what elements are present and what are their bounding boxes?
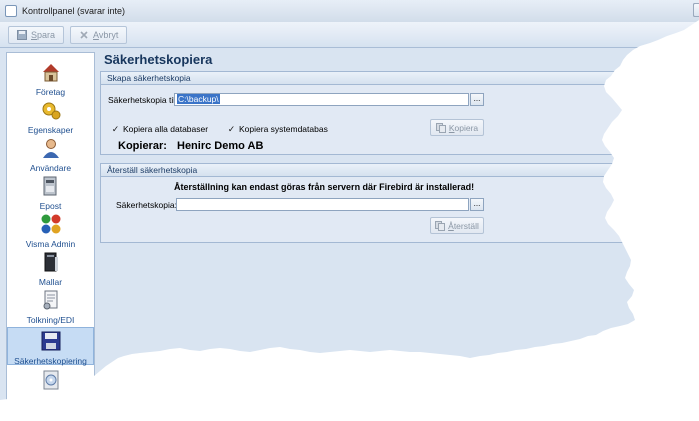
copying-value: Henirc Demo AB — [177, 140, 264, 152]
backup-path-label: Säkerhetskopia till: — [108, 95, 180, 105]
sidebar-item-label: Säkerhetskopiering — [14, 356, 87, 366]
sidebar-item-label: Visma Admin — [25, 239, 76, 249]
cancel-label: vbryt — [98, 29, 119, 40]
window-title: Kontrollpanel (svarar inte) — [22, 6, 126, 16]
check-mark-icon: ✓ — [111, 123, 120, 134]
sidebar-item-sakerhetskopiering[interactable]: Säkerhetskopiering — [7, 327, 94, 366]
toolbar: Spara Avbryt — [0, 22, 699, 48]
copying-label: Kopierar: — [118, 140, 167, 152]
restore-icon — [435, 220, 446, 231]
save-label: para — [37, 29, 56, 40]
create-backup-header: Skapa säkerhetskopia — [101, 72, 695, 85]
restore-warning: Återställning kan endast göras från serv… — [174, 182, 475, 192]
sidebar-item-label: Företag — [35, 87, 66, 97]
close-button[interactable] — [693, 3, 699, 17]
sidebar-item-label: Egenskaper — [27, 125, 74, 135]
document-icon — [43, 290, 57, 310]
sidebar-item-cd[interactable]: ...rer' — [7, 369, 94, 405]
app-icon — [5, 5, 17, 17]
book-icon — [44, 252, 58, 272]
sidebar-item-label: Mallar — [38, 277, 63, 287]
sidebar-item-label: Epost — [39, 201, 62, 211]
copy-system-database-checkbox[interactable]: ✓ Kopiera systemdatabas — [227, 124, 328, 134]
copy-all-databases-checkbox[interactable]: ✓ Kopiera alla databaser — [111, 124, 208, 134]
sidebar-item-mallar[interactable]: Mallar — [7, 251, 94, 287]
user-icon — [42, 139, 59, 158]
browse-backup-path-button[interactable]: ... — [470, 93, 484, 106]
house-icon — [42, 64, 59, 82]
copy-all-databases-label: Kopiera alla databaser — [123, 124, 209, 134]
restore-button[interactable]: Återställ — [430, 217, 484, 234]
main-content: Säkerhetskopiera Skapa säkerhetskopia Sä… — [98, 52, 698, 421]
cancel-icon — [80, 30, 88, 39]
restore-file-label: Säkerhetskopia: — [116, 200, 177, 210]
restore-backup-group: Återställ säkerhetskopia Återställning k… — [100, 163, 696, 243]
cancel-button[interactable]: Avbryt — [70, 25, 128, 44]
sidebar-item-anvandare[interactable]: Användare — [7, 137, 94, 173]
copy-icon — [435, 122, 446, 133]
copy-system-database-label: Kopiera systemdatabas — [239, 124, 328, 134]
sidebar-item-tolkning-edi[interactable]: Tolkning/EDI — [7, 289, 94, 325]
title-bar: Kontrollpanel (svarar inte) — [0, 0, 699, 22]
restore-label: terställ — [453, 220, 479, 231]
restore-file-input[interactable] — [176, 198, 469, 211]
page-title: Säkerhetskopiera — [104, 52, 213, 67]
floppy-disk-icon — [41, 331, 60, 351]
restore-backup-header: Återställ säkerhetskopia — [101, 164, 695, 177]
visma-balls-icon — [41, 214, 60, 234]
sidebar-item-label: ...rer' — [40, 395, 61, 405]
sidebar-item-foretag[interactable]: Företag — [7, 61, 94, 97]
create-backup-group: Skapa säkerhetskopia Säkerhetskopia till… — [100, 71, 696, 155]
sidebar: Företag Egenskaper Användare Epost Visma… — [6, 52, 95, 421]
sidebar-item-egenskaper[interactable]: Egenskaper — [7, 99, 94, 135]
copy-label: opiera — [454, 122, 479, 133]
cd-icon — [43, 370, 58, 390]
sidebar-item-visma-admin[interactable]: Visma Admin — [7, 213, 94, 249]
check-mark-icon: ✓ — [227, 123, 236, 134]
sidebar-item-label: Tolkning/EDI — [26, 315, 75, 325]
sidebar-item-epost[interactable]: Epost — [7, 175, 94, 211]
copy-button[interactable]: Kopiera — [430, 119, 484, 136]
floppy-icon — [17, 29, 27, 40]
gears-icon — [42, 102, 60, 120]
browse-restore-file-button[interactable]: ... — [470, 198, 484, 211]
sidebar-item-label: Användare — [29, 163, 72, 173]
backup-path-input[interactable]: C:\backup\ — [174, 93, 469, 106]
save-button[interactable]: Spara — [8, 25, 65, 44]
printer-icon — [43, 176, 56, 196]
window: Kontrollpanel (svarar inte) Spara Avbryt — [0, 0, 699, 421]
backup-path-value: C:\backup\ — [177, 94, 220, 104]
